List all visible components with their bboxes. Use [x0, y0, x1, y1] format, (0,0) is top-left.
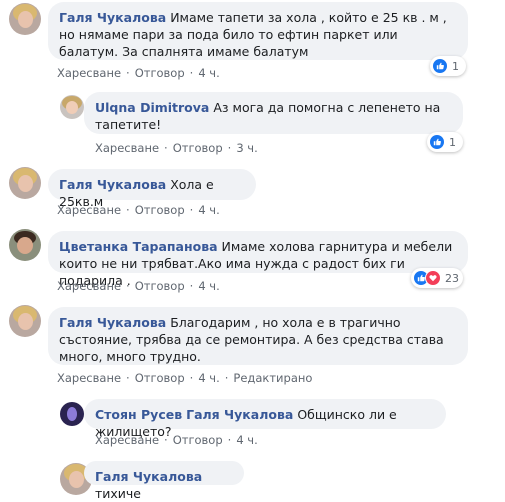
- like-link[interactable]: Харесване: [57, 66, 121, 80]
- comment-time[interactable]: 4 ч.: [198, 203, 219, 217]
- comment-bubble: Галя Чукалова Имаме тапети за хола , кой…: [48, 2, 468, 60]
- reply-link[interactable]: Отговор: [135, 203, 185, 217]
- comment-bubble: Стоян Русев Галя Чукалова Общинско ли е …: [84, 399, 446, 439]
- comment-bubble: Ulqna Dimitrova Аз мога да помогна с леп…: [84, 92, 463, 134]
- like-link[interactable]: Харесване: [95, 433, 159, 447]
- reply-link[interactable]: Отговор: [173, 433, 223, 447]
- comment-bubble: Галя Чукалова Хола е 25кв.м: [48, 169, 256, 209]
- comment-author[interactable]: Ulqna Dimitrova: [95, 100, 209, 115]
- comment-time[interactable]: 3 ч.: [236, 141, 257, 155]
- like-link[interactable]: Харесване: [57, 279, 121, 293]
- reaction-count: 1: [449, 135, 456, 149]
- reply-link[interactable]: Отговор: [135, 279, 185, 293]
- comment-actions: Харесване · Отговор · 3 ч.: [95, 141, 258, 155]
- comment-author[interactable]: Стоян Русев: [95, 407, 182, 422]
- avatar[interactable]: [9, 305, 41, 337]
- comment-author[interactable]: Галя Чукалова: [59, 315, 166, 330]
- reply-link[interactable]: Отговор: [135, 66, 185, 80]
- comment-author[interactable]: Галя Чукалова: [59, 10, 166, 25]
- reaction-count: 23: [445, 271, 459, 285]
- comment-bubble: Цветанка Тарапанова Имаме холова гарниту…: [48, 231, 468, 288]
- comment-actions: Харесване · Отговор · 4 ч.: [57, 66, 220, 80]
- edited-link[interactable]: Редактирано: [233, 371, 312, 385]
- comment-actions: Харесване · Отговор · 4 ч. · Редактирано: [57, 371, 313, 385]
- comment-time[interactable]: 4 ч.: [198, 371, 219, 385]
- reply-link[interactable]: Отговор: [173, 141, 223, 155]
- like-link[interactable]: Харесване: [57, 371, 121, 385]
- like-icon: [432, 58, 448, 74]
- comment-time[interactable]: 4 ч.: [198, 279, 219, 293]
- comment-text: тихиче: [95, 486, 142, 501]
- like-icon: [429, 134, 445, 150]
- reaction-summary[interactable]: 23: [411, 268, 463, 288]
- comment-time[interactable]: 4 ч.: [236, 433, 257, 447]
- comment-bubble: Галя Чукалова тихиче: [84, 461, 244, 501]
- avatar[interactable]: [60, 95, 84, 119]
- avatar[interactable]: [60, 402, 84, 426]
- avatar[interactable]: [9, 167, 41, 199]
- comment-mention[interactable]: Галя Чукалова: [186, 407, 293, 422]
- like-link[interactable]: Харесване: [57, 203, 121, 217]
- comment-actions: Харесване · Отговор · 4 ч.: [57, 203, 220, 217]
- love-icon: [425, 270, 441, 286]
- comment-time[interactable]: 4 ч.: [198, 66, 219, 80]
- avatar[interactable]: [9, 3, 41, 35]
- reaction-summary[interactable]: 1: [430, 56, 466, 76]
- comment-author[interactable]: Галя Чукалова: [95, 469, 202, 484]
- reply-link[interactable]: Отговор: [135, 371, 185, 385]
- avatar[interactable]: [9, 229, 41, 261]
- comment-bubble: Галя Чукалова Благодарим , но хола е в т…: [48, 307, 468, 365]
- reaction-count: 1: [452, 59, 459, 73]
- comment-actions: Харесване · Отговор · 4 ч.: [57, 279, 220, 293]
- like-link[interactable]: Харесване: [95, 141, 159, 155]
- comment-author[interactable]: Цветанка Тарапанова: [59, 239, 218, 254]
- comment-actions: Харесване · Отговор · 4 ч.: [95, 433, 258, 447]
- comment-author[interactable]: Галя Чукалова: [59, 177, 166, 192]
- reaction-summary[interactable]: 1: [427, 132, 463, 152]
